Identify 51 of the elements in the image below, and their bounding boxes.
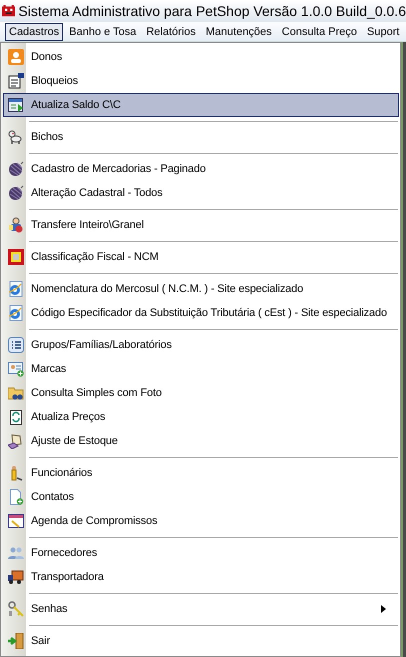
- calendar-icon: [8, 513, 24, 529]
- menu-bar-item[interactable]: Suport: [363, 22, 404, 40]
- menu-item[interactable]: Atualiza Preços: [3, 405, 399, 429]
- menu-item[interactable]: Agenda de Compromissos: [3, 509, 399, 533]
- menu-item[interactable]: Donos: [3, 45, 399, 69]
- yarn-ball-icon: [8, 185, 24, 201]
- menu-bar-item[interactable]: Banho e Tosa: [65, 22, 140, 40]
- menu-item[interactable]: Ajuste de Estoque: [3, 429, 399, 453]
- door-exit-icon: [8, 633, 24, 649]
- menu-item[interactable]: Transportadora: [3, 565, 399, 589]
- menu-item[interactable]: Código Especificador da Substituição Tributária ( cEst ) - Site especializado: [3, 301, 399, 325]
- document-icon: [8, 73, 24, 89]
- menu-item[interactable]: Transfere Inteiro\Granel: [3, 213, 399, 237]
- window-title: Sistema Administrativo para PetShop Versão 1.0.0 Build_0.0.6: [18, 3, 406, 19]
- list-icon: [8, 337, 24, 353]
- window-icon: [8, 97, 24, 113]
- menu-item[interactable]: Nomenclatura do Mercosul ( N.C.M. ) - Site especializado: [3, 277, 399, 301]
- app-icon: [2, 3, 16, 19]
- card-icon: [8, 361, 24, 377]
- globe-page-icon: [8, 281, 24, 297]
- menu-item[interactable]: Classificação Fiscal - NCM: [3, 245, 399, 269]
- menu-item[interactable]: Marcas: [3, 357, 399, 381]
- menu-item[interactable]: Contatos: [3, 485, 399, 509]
- menu-item[interactable]: Funcionários: [3, 461, 399, 485]
- menu-bar-item[interactable]: Manutenções: [202, 22, 276, 40]
- people-icon: [8, 545, 24, 561]
- globe-page-icon: [8, 305, 24, 321]
- menu-bar-item[interactable]: Cadastros: [5, 22, 64, 40]
- dog-icon: [8, 129, 24, 145]
- submenu-arrow-icon: [381, 605, 386, 613]
- menu-item[interactable]: Bloqueios: [3, 69, 399, 93]
- yarn-ball-icon: [8, 161, 24, 177]
- square-icon: [8, 249, 24, 265]
- menu-item[interactable]: Consulta Simples com Foto: [3, 381, 399, 405]
- folder-icon: [8, 385, 24, 401]
- refresh-icon: [8, 409, 24, 425]
- menu-item[interactable]: Bichos: [3, 125, 399, 149]
- person-icon: [8, 49, 24, 65]
- document-add-icon: [8, 489, 24, 505]
- menu-item[interactable]: Sair: [3, 629, 399, 653]
- truck-icon: [8, 569, 24, 585]
- menu-item[interactable]: Cadastro de Mercadorias - Paginado: [3, 157, 399, 181]
- key-icon: [8, 601, 24, 617]
- menu-item[interactable]: Grupos/Famílias/Laboratórios: [3, 333, 399, 357]
- menu-bar-item[interactable]: Consulta Preço: [278, 22, 362, 40]
- figure-icon: [8, 217, 24, 233]
- menu-item[interactable]: Atualiza Saldo C\C: [3, 93, 399, 117]
- menu-bar-item[interactable]: Relatórios: [142, 22, 200, 40]
- menu-item[interactable]: Senhas: [3, 597, 399, 621]
- menu-item[interactable]: Alteração Cadastral - Todos: [3, 181, 399, 205]
- menu-item[interactable]: Fornecedores: [3, 541, 399, 565]
